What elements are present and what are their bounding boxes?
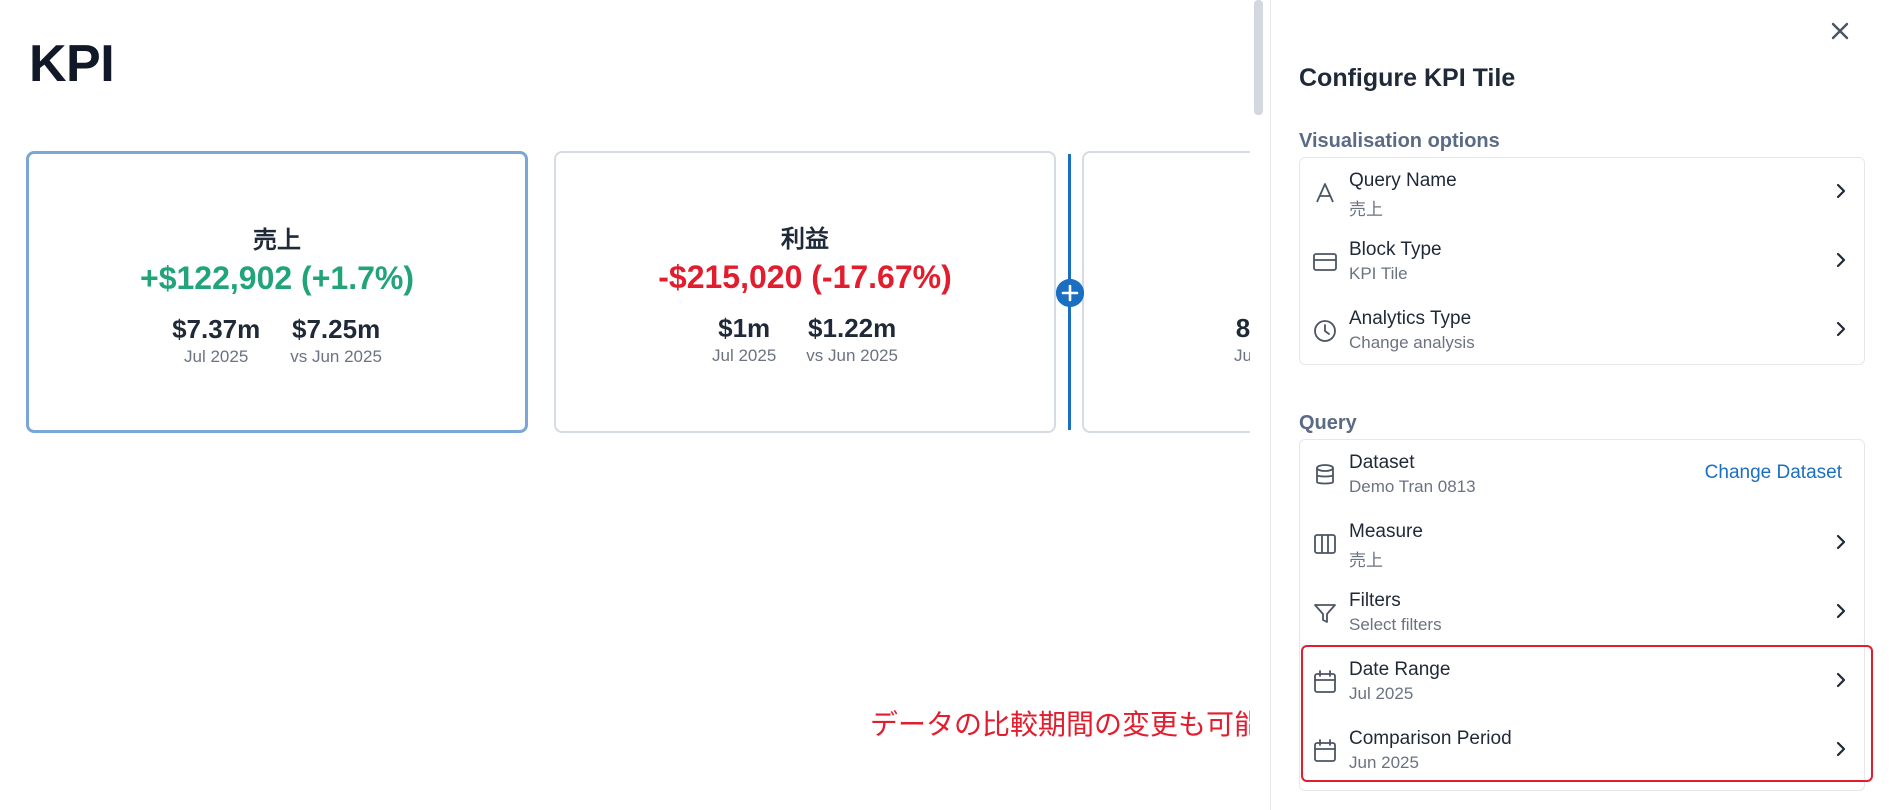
option-dataset: Dataset Demo Tran 0813 Change Dataset — [1300, 440, 1864, 509]
option-label: Date Range — [1349, 659, 1451, 680]
current-value: $7.37m — [172, 314, 261, 344]
option-value: KPI Tile — [1349, 264, 1408, 283]
dashboard-canvas: KPI 売上 +$122,902 (+1.7%) $7.37m Jul 2025… — [0, 0, 1250, 810]
option-value: Change analysis — [1349, 333, 1475, 352]
kpi-tile-partial[interactable]: · 8 Ju — [1082, 151, 1250, 433]
option-label: Measure — [1349, 521, 1423, 542]
calendar-icon — [1314, 739, 1336, 762]
clock-icon — [1314, 320, 1336, 342]
add-tile-button[interactable] — [1056, 279, 1084, 307]
option-value: 売上 — [1349, 551, 1383, 570]
option-value: Demo Tran 0813 — [1349, 477, 1476, 496]
configure-panel: Configure KPI Tile Visualisation options… — [1270, 0, 1893, 810]
close-icon — [1831, 22, 1849, 40]
chevron-right-icon — [1836, 321, 1846, 337]
query-options-group: Dataset Demo Tran 0813 Change Dataset Me… — [1299, 439, 1865, 791]
tile-title: 売上 — [253, 227, 301, 254]
text-a-icon — [1316, 183, 1334, 203]
tile-values: $1m Jul 2025 $1.22m vs Jun 2025 — [556, 313, 1054, 366]
current-label: Jul 2025 — [712, 346, 777, 365]
columns-icon — [1314, 534, 1336, 554]
option-filters[interactable]: Filters Select filters — [1300, 578, 1864, 647]
tile-delta: -$215,020 (-17.67%) — [658, 259, 952, 295]
comparison-label: vs Jun 2025 — [290, 347, 382, 366]
page-title: KPI — [29, 35, 115, 93]
tile-delta: +$122,902 (+1.7%) — [140, 260, 414, 296]
option-value: Select filters — [1349, 615, 1442, 634]
current-value: 8 — [1235, 313, 1250, 343]
database-icon — [1316, 464, 1334, 485]
current-value: $1m — [718, 313, 771, 343]
chevron-right-icon — [1836, 534, 1846, 550]
option-measure[interactable]: Measure 売上 — [1300, 509, 1864, 578]
option-label: Block Type — [1349, 239, 1442, 260]
current-label: Jul 2025 — [184, 347, 249, 366]
panel-title: Configure KPI Tile — [1299, 64, 1516, 92]
chevron-right-icon — [1836, 741, 1846, 757]
kpi-tile-profit[interactable]: 利益 -$215,020 (-17.67%) $1m Jul 2025 $1.2… — [554, 151, 1056, 433]
chevron-right-icon — [1836, 603, 1846, 619]
filter-icon — [1314, 604, 1336, 623]
option-label: Dataset — [1349, 452, 1415, 473]
tile-current: 8 Ju — [1234, 313, 1250, 366]
tile-comparison: $1.22m vs Jun 2025 — [806, 313, 898, 366]
chevron-right-icon — [1836, 183, 1846, 199]
current-label: Ju — [1234, 346, 1250, 365]
option-label: Comparison Period — [1349, 728, 1512, 749]
option-analytics-type[interactable]: Analytics Type Change analysis — [1300, 296, 1864, 365]
tile-current: $7.37m Jul 2025 — [172, 314, 260, 367]
option-label: Analytics Type — [1349, 308, 1472, 329]
section-title-query: Query — [1299, 412, 1357, 434]
option-date-range[interactable]: Date Range Jul 2025 — [1300, 647, 1864, 716]
tile-title: 利益 — [781, 226, 829, 253]
tile-values: $7.37m Jul 2025 $7.25m vs Jun 2025 — [29, 314, 525, 367]
option-query-name[interactable]: Query Name 売上 — [1300, 158, 1864, 227]
plus-icon — [1056, 279, 1084, 307]
tile-current: $1m Jul 2025 — [712, 313, 776, 366]
tile-comparison: $7.25m vs Jun 2025 — [290, 314, 382, 367]
kpi-tile-sales[interactable]: 売上 +$122,902 (+1.7%) $7.37m Jul 2025 $7.… — [26, 151, 528, 433]
calendar-icon — [1314, 670, 1336, 693]
option-value: 売上 — [1349, 200, 1383, 219]
comparison-value: $1.22m — [808, 313, 897, 343]
option-label: Query Name — [1349, 170, 1457, 191]
chevron-right-icon — [1836, 672, 1846, 688]
option-value: Jul 2025 — [1349, 684, 1414, 703]
option-value: Jun 2025 — [1349, 753, 1419, 772]
annotation-text: データの比較期間の変更も可能 — [870, 709, 1250, 740]
comparison-value: $7.25m — [292, 314, 381, 344]
comparison-label: vs Jun 2025 — [806, 346, 898, 365]
main-scrollbar[interactable] — [1254, 0, 1263, 115]
chevron-right-icon — [1836, 252, 1846, 268]
option-block-type[interactable]: Block Type KPI Tile — [1300, 227, 1864, 296]
change-dataset-link[interactable]: Change Dataset — [1705, 462, 1842, 484]
option-label: Filters — [1349, 590, 1401, 611]
card-icon — [1313, 253, 1337, 271]
option-comparison-period[interactable]: Comparison Period Jun 2025 — [1300, 716, 1864, 785]
section-title-visualisation: Visualisation options — [1299, 130, 1500, 152]
visualisation-options-group: Query Name 売上 Block Type KPI Tile Analyt… — [1299, 157, 1865, 365]
close-panel-button[interactable] — [1829, 16, 1851, 50]
